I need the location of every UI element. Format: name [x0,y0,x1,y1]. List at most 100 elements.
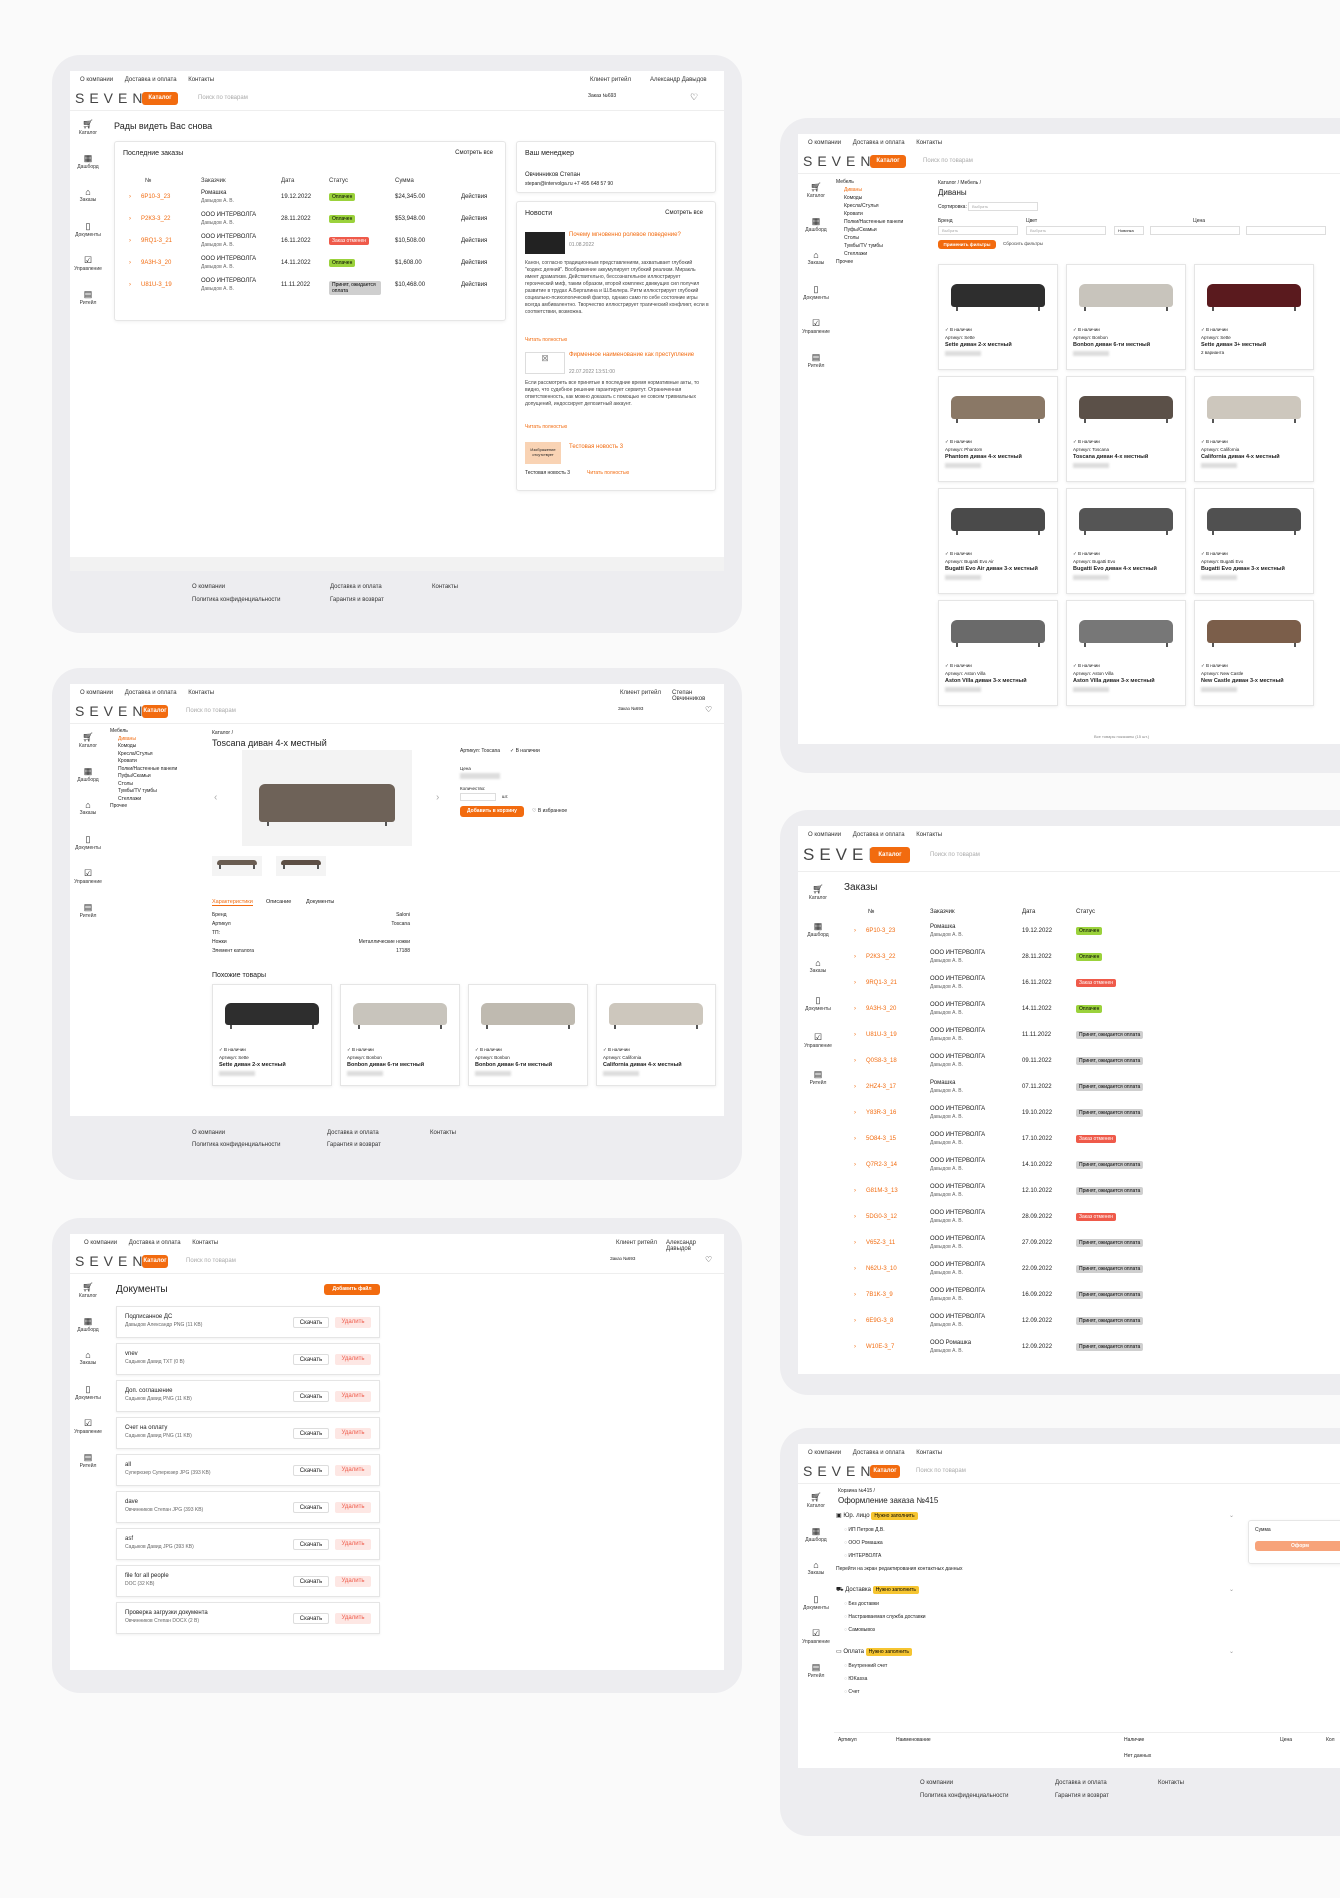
download-button[interactable]: Скачать [293,1354,329,1365]
product-name[interactable]: Sette диван 3+ местный [1201,342,1309,348]
chevron-icon[interactable]: ⌄ [1229,1648,1234,1655]
product-card[interactable]: ✓ В наличии Артикул: Toscana Toscana диван… [1066,376,1186,482]
footer-warranty[interactable]: Гарантия и возврат [1055,1793,1109,1799]
radio-option[interactable]: ○ ИП Петров Д.В. [844,1524,885,1537]
radio-option[interactable]: ○ ЮKassa [844,1673,887,1686]
edit-contacts-link[interactable]: Перейти на экран редактирования контактн… [836,1566,963,1572]
catalog-button[interactable]: Каталог [142,1255,168,1268]
apply-filters-button[interactable]: Применить фильтры [938,240,996,249]
logo[interactable]: SEVEN [803,153,875,169]
order-number[interactable]: Q0S8-3_18 [866,1058,897,1064]
document-name[interactable]: Счет на оплату [125,1425,167,1431]
nav-about[interactable]: О компании [808,140,841,146]
novelty-toggle[interactable]: Новинка [1114,226,1144,235]
client-retail[interactable]: Клиент ритейл [620,690,661,696]
download-button[interactable]: Скачать [293,1391,329,1402]
catalog-button[interactable]: Каталог [870,847,910,863]
footer-delivery[interactable]: Доставка и оплата [327,1130,379,1136]
next-arrow-icon[interactable]: › [436,792,439,803]
order-number[interactable]: 5O84-3_15 [866,1136,896,1142]
table-row[interactable]: › 5DG0-3_12 ООО ИНТЕРВОЛГА Давыдов А. В. 28.… [798,1210,1340,1234]
actions-button[interactable]: Действия [461,216,487,222]
radio-option[interactable]: ○ ООО Ромашка [844,1537,885,1550]
table-row[interactable]: › Р2К3-3_22 ООО ИНТЕРВОЛГА Давыдов А. В. 28.… [115,212,505,234]
product-name[interactable]: Phantom диван 4-х местный [945,454,1053,460]
sidebar-item-dashboard[interactable]: ▦ Дашборд [70,149,106,183]
sidebar-item-catalog[interactable]: 🛒︎ Каталог [70,115,106,149]
sidebar-item-documents[interactable]: ▯ Документы [70,217,106,251]
nav-delivery[interactable]: Доставка и оплата [125,690,177,696]
category-item[interactable]: Кресла/Стулья [836,202,926,210]
document-name[interactable]: vnev [125,1351,138,1357]
radio-option[interactable]: ○ ИНТЕРВОЛГА [844,1550,885,1563]
category-item[interactable]: Кровати [836,210,926,218]
product-card[interactable]: ✓ В наличии Артикул: Bonbon Bonbon диван 6… [468,984,588,1086]
order-number[interactable]: 5DG0-3_12 [866,1214,897,1220]
actions-button[interactable]: Действия [461,194,487,200]
order-number[interactable]: 2HZ4-3_17 [866,1084,896,1090]
sidebar-item-management[interactable]: ☑ Управление [70,864,106,898]
order-info[interactable]: Заказ №693 [588,93,616,99]
tab-description[interactable]: Описание [266,899,291,905]
color-select[interactable]: Выбрать [1026,226,1106,235]
product-name[interactable]: Bugatti Evo диван 3-х местный [1201,566,1309,572]
order-number[interactable]: U81U-3_19 [866,1032,897,1038]
nav-about[interactable]: О компании [808,832,841,838]
table-row[interactable]: › N62U-3_10 ООО ИНТЕРВОЛГА Давыдов А. В. 22.… [798,1262,1340,1286]
order-number[interactable]: 7B1K-3_9 [866,1292,893,1298]
product-name[interactable]: Sette диван 2-х местный [219,1062,327,1068]
sidebar-item-orders[interactable]: ⌂ Заказы [70,183,106,217]
delete-button[interactable]: Удалить [335,1428,371,1439]
nav-contacts[interactable]: Контакты [192,1240,218,1246]
sidebar-item-catalog[interactable]: 🛒︎ Каталог [70,1278,106,1312]
chevron-right-icon[interactable]: › [854,1084,856,1090]
search-input[interactable]: Поиск по товарам [188,92,498,105]
add-to-cart-button[interactable]: Добавить в корзину [460,806,524,817]
sidebar-item-dashboard[interactable]: ▦ Дашборд [70,1312,106,1346]
chevron-right-icon[interactable]: › [854,1058,856,1064]
delete-button[interactable]: Удалить [335,1502,371,1513]
breadcrumb[interactable]: Каталог / [212,730,233,736]
delete-button[interactable]: Удалить [335,1576,371,1587]
catalog-button[interactable]: Каталог [142,92,178,105]
search-input[interactable]: Поиск по товарам [176,1255,516,1268]
category-item[interactable]: Мебель [110,728,200,736]
product-card[interactable]: ✓ В наличии Артикул: Bugatti Evo Bugatti E… [1194,488,1314,594]
product-card[interactable]: ✓ В наличии Артикул: Bonbon Bonbon диван 6… [1066,264,1186,370]
search-input[interactable]: Поиск по товарам [176,705,516,718]
radio-option[interactable]: ○ Счет [844,1686,887,1699]
category-item[interactable]: Стеллажи [110,796,200,804]
footer-contacts[interactable]: Контакты [430,1130,456,1136]
chevron-right-icon[interactable]: › [129,194,131,200]
chevron-right-icon[interactable]: › [854,928,856,934]
footer-contacts[interactable]: Контакты [1158,1780,1184,1786]
table-row[interactable]: › Р2К3-3_22 ООО ИНТЕРВОЛГА Давыдов А. В. 28.… [798,950,1340,974]
product-name[interactable]: Sette диван 2-х местный [945,342,1053,348]
chevron-right-icon[interactable]: › [854,954,856,960]
sidebar-item-documents[interactable]: ▯ Документы [70,830,106,864]
sidebar-item-catalog[interactable]: 🛒︎ Каталог [70,728,106,762]
nav-delivery[interactable]: Доставка и оплата [853,832,905,838]
order-info[interactable]: Заказ №693 [618,706,643,711]
nav-contacts[interactable]: Контакты [188,77,214,83]
table-row[interactable]: › W10E-3_7 ООО Ромашка Давыдов А. В. 12.09.2… [798,1340,1340,1364]
sidebar-item-dashboard[interactable]: ▦ Дашборд [798,212,834,246]
document-name[interactable]: asf [125,1536,133,1542]
product-name[interactable]: New Castle диван 3-х местный [1201,678,1309,684]
product-card[interactable]: ✓ В наличии Артикул: Aston Villa Aston Vil… [938,600,1058,706]
order-number[interactable]: 6Р10-3_23 [141,194,170,200]
order-number[interactable]: G81M-3_13 [866,1188,898,1194]
download-button[interactable]: Скачать [293,1502,329,1513]
document-name[interactable]: dave [125,1499,138,1505]
download-button[interactable]: Скачать [293,1428,329,1439]
radio-option[interactable]: ○ Настраиваемая служба доставки [844,1611,926,1624]
thumb-image[interactable] [276,856,326,876]
footer-warranty[interactable]: Гарантия и возврат [327,1142,381,1148]
order-number[interactable]: Р2К3-3_22 [866,954,896,960]
payment-section-title[interactable]: ▭ Оплата Нужно заполнить [836,1648,912,1656]
actions-button[interactable]: Действия [461,238,487,244]
delete-button[interactable]: Удалить [335,1317,371,1328]
price-from-input[interactable] [1150,226,1240,235]
footer-delivery[interactable]: Доставка и оплата [1055,1780,1107,1786]
order-number[interactable]: 6E9G-3_8 [866,1318,893,1324]
